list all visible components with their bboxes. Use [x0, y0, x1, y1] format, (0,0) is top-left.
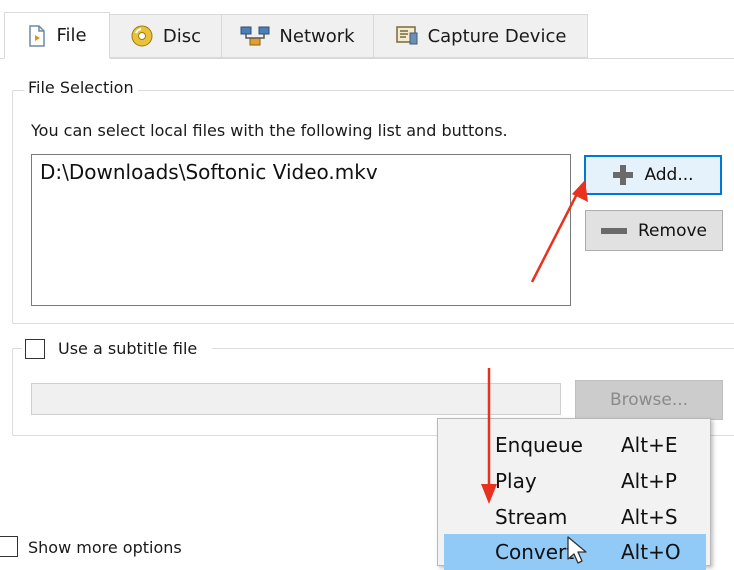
browse-button-label: Browse... — [609, 390, 689, 410]
menu-item-stream[interactable]: Stream Alt+S — [444, 499, 706, 535]
show-more-label: Show more options — [28, 538, 182, 557]
show-more-checkbox[interactable] — [0, 536, 18, 557]
menu-item-label: Play — [495, 469, 537, 493]
menu-item-shortcut: Alt+O — [621, 540, 681, 564]
tab-file-label: File — [56, 25, 87, 46]
add-button-label: Add... — [644, 165, 694, 185]
file-selection-title: File Selection — [24, 78, 138, 97]
tab-network-label: Network — [279, 25, 355, 47]
tab-strip-baseline — [0, 58, 734, 59]
tab-network[interactable]: Network — [222, 14, 374, 58]
menu-item-shortcut: Alt+S — [621, 505, 678, 529]
tab-capture-device-label: Capture Device — [427, 25, 567, 47]
plus-icon — [613, 165, 634, 185]
list-item[interactable]: D:\Downloads\Softonic Video.mkv — [40, 160, 378, 184]
menu-item-label: Enqueue — [495, 433, 583, 457]
subtitle-checkbox[interactable] — [25, 339, 45, 359]
menu-item-label: Convert — [495, 540, 575, 564]
remove-button-label: Remove — [638, 220, 707, 241]
tab-capture-device[interactable]: Capture Device — [374, 14, 588, 58]
browse-button: Browse... — [575, 380, 723, 420]
file-list[interactable]: D:\Downloads\Softonic Video.mkv — [31, 154, 571, 306]
remove-button[interactable]: Remove — [585, 210, 723, 251]
tab-disc[interactable]: Disc — [110, 14, 222, 58]
menu-item-enqueue[interactable]: Enqueue Alt+E — [444, 427, 706, 463]
tab-file[interactable]: File — [4, 12, 110, 59]
subtitle-checkbox-label: Use a subtitle file — [58, 339, 198, 358]
disc-icon — [131, 25, 153, 47]
file-icon — [29, 24, 46, 47]
menu-item-label: Stream — [495, 505, 568, 529]
network-icon — [240, 26, 270, 46]
menu-item-play[interactable]: Play Alt+P — [444, 463, 706, 499]
file-selection-hint: You can select local files with the foll… — [31, 121, 508, 140]
minus-icon — [601, 227, 627, 234]
menu-item-shortcut: Alt+P — [621, 469, 677, 493]
subtitle-path-field — [31, 383, 561, 415]
capture-device-icon — [395, 26, 418, 45]
tab-disc-label: Disc — [162, 25, 202, 47]
menu-item-shortcut: Alt+E — [621, 433, 678, 457]
mouse-cursor-icon — [567, 536, 587, 564]
add-button[interactable]: Add... — [584, 155, 722, 195]
